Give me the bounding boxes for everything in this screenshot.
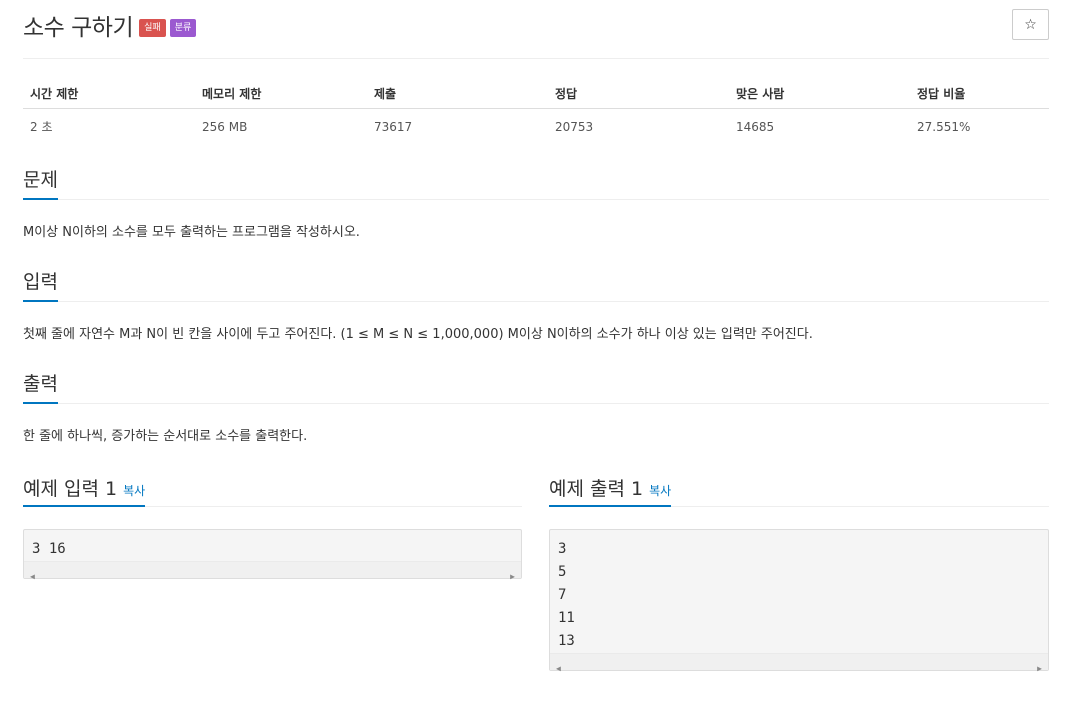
copy-input-button[interactable]: 복사 — [123, 484, 145, 498]
sample-input-heading: 예제 입력 1 복사 — [23, 474, 146, 507]
input-heading: 입력 — [23, 267, 58, 302]
problem-heading: 문제 — [23, 165, 58, 200]
code-line: 3 — [558, 541, 567, 557]
code-line: 7 — [558, 587, 567, 603]
value-accepted[interactable]: 20753 — [548, 109, 729, 143]
code-line: 5 — [558, 564, 567, 580]
scroll-right-icon[interactable]: ▶ — [1037, 657, 1042, 680]
header-accepted: 정답 — [548, 80, 729, 109]
category-badge[interactable]: 분류 — [169, 19, 197, 37]
output-heading: 출력 — [23, 369, 58, 404]
problem-title-row: 소수 구하기 실패 분류 — [23, 8, 197, 42]
sample-output-panel: 예제 출력 1 복사 3 5 7 11 13 ◀ ▶ — [549, 472, 1049, 673]
sample-input-code[interactable]: 3 16 ◀ ▶ — [23, 529, 522, 581]
problem-section: 문제 M이상 N이하의 소수를 모두 출력하는 프로그램을 작성하시오. — [23, 168, 1049, 240]
sample-output-code[interactable]: 3 5 7 11 13 ◀ ▶ — [549, 529, 1049, 673]
sample-output-heading: 예제 출력 1 복사 — [549, 474, 672, 507]
title-divider — [23, 58, 1049, 59]
input-section: 입력 첫째 줄에 자연수 M과 N이 빈 칸을 사이에 두고 주어진다. (1 … — [23, 270, 1049, 342]
value-time-limit: 2 초 — [30, 120, 53, 134]
value-submissions[interactable]: 73617 — [367, 109, 548, 143]
copy-output-button[interactable]: 복사 — [649, 484, 671, 498]
value-ratio: 27.551% — [917, 119, 971, 134]
star-icon: ☆ — [1024, 16, 1037, 33]
info-header-row: 시간 제한 메모리 제한 제출 정답 맞은 사람 정답 비율 — [23, 80, 1049, 109]
problem-description: M이상 N이하의 소수를 모두 출력하는 프로그램을 작성하시오. — [23, 225, 360, 240]
code-line: 11 — [558, 610, 575, 626]
scroll-right-icon[interactable]: ▶ — [510, 565, 515, 588]
header-submissions: 제출 — [367, 80, 548, 109]
favorite-star-button[interactable]: ☆ — [1012, 9, 1049, 40]
scroll-left-icon[interactable]: ◀ — [30, 565, 35, 588]
sample-output-title: 예제 출력 1 — [549, 478, 644, 500]
info-value-row: 2 초 256 MB 73617 20753 14685 27.551% — [23, 109, 1049, 143]
header-solvers: 맞은 사람 — [729, 80, 910, 109]
horizontal-scrollbar[interactable]: ◀ ▶ — [24, 561, 521, 581]
page-title: 소수 구하기 — [23, 15, 134, 41]
value-solvers[interactable]: 14685 — [729, 109, 910, 143]
value-memory-limit: 256 MB — [202, 119, 248, 134]
sample-input-panel: 예제 입력 1 복사 3 16 ◀ ▶ — [23, 472, 522, 581]
code-line: 13 — [558, 633, 575, 649]
header-ratio: 정답 비율 — [910, 80, 1049, 109]
output-section: 출력 한 줄에 하나씩, 증가하는 순서대로 소수를 출력한다. — [23, 372, 1049, 444]
code-line: 3 16 — [32, 541, 66, 557]
scroll-left-icon[interactable]: ◀ — [556, 657, 561, 680]
problem-info-table: 시간 제한 메모리 제한 제출 정답 맞은 사람 정답 비율 2 초 256 M… — [23, 80, 1049, 142]
input-description: 첫째 줄에 자연수 M과 N이 빈 칸을 사이에 두고 주어진다. (1 ≤ M… — [23, 327, 813, 342]
sample-input-title: 예제 입력 1 — [23, 478, 118, 500]
header-time-limit: 시간 제한 — [23, 80, 195, 109]
horizontal-scrollbar[interactable]: ◀ ▶ — [550, 653, 1048, 673]
header-memory-limit: 메모리 제한 — [195, 80, 367, 109]
status-badge[interactable]: 실패 — [139, 19, 166, 37]
output-description: 한 줄에 하나씩, 증가하는 순서대로 소수를 출력한다. — [23, 429, 308, 444]
